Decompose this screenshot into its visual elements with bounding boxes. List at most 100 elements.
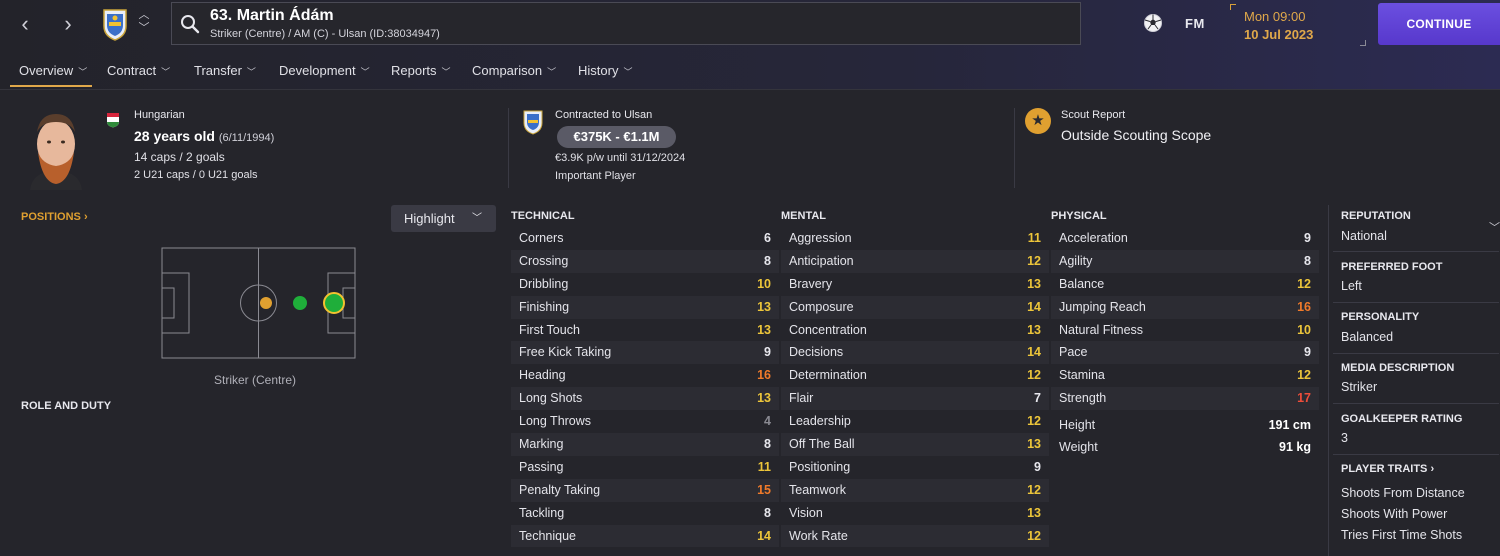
- club-crest-icon[interactable]: [522, 109, 544, 135]
- club-crest-icon[interactable]: [100, 6, 130, 42]
- attribute-row[interactable]: Determination 12: [781, 364, 1049, 387]
- player-trait[interactable]: Shoots With Power: [1341, 507, 1447, 521]
- tab-development[interactable]: Development ﹀: [279, 63, 370, 78]
- attribute-row[interactable]: Penalty Taking 15: [511, 478, 779, 502]
- fm-logo[interactable]: FM: [1185, 16, 1205, 31]
- player-age: 28 years old (6/11/1994): [134, 128, 274, 144]
- attribute-row[interactable]: Finishing 13: [511, 295, 779, 319]
- divider: [1014, 108, 1015, 188]
- transfer-value-badge[interactable]: €375K - €1.1M: [557, 126, 676, 148]
- position-marker-st-c-secondary[interactable]: [293, 296, 307, 310]
- tab-label: Transfer: [194, 63, 242, 78]
- continue-button[interactable]: CONTINUE: [1378, 3, 1500, 45]
- attribute-name: Stamina: [1059, 368, 1105, 383]
- tab-reports[interactable]: Reports ﹀: [391, 63, 451, 78]
- attribute-row[interactable]: Bravery 13: [781, 273, 1049, 296]
- attribute-row[interactable]: Marking 8: [511, 433, 779, 456]
- personality-value: Balanced: [1341, 330, 1394, 344]
- attribute-row[interactable]: Free Kick Taking 9: [511, 341, 779, 365]
- attribute-row[interactable]: Heading 16: [511, 364, 779, 387]
- scout-report-title[interactable]: Scout Report: [1061, 109, 1125, 121]
- attribute-name: Work Rate: [789, 528, 848, 543]
- positions-link[interactable]: POSITIONS ›: [21, 211, 88, 223]
- attribute-row[interactable]: Natural Fitness 10: [1051, 319, 1319, 342]
- contracted-club[interactable]: Contracted to Ulsan: [555, 109, 652, 121]
- attribute-row[interactable]: Positioning 9: [781, 456, 1049, 479]
- football-icon[interactable]: [1143, 13, 1163, 33]
- tab-contract[interactable]: Contract ﹀: [107, 63, 170, 78]
- goalkeeper-rating-heading: GOALKEEPER RATING: [1341, 413, 1463, 425]
- game-date[interactable]: Mon 09:00 10 Jul 2023: [1230, 4, 1366, 46]
- player-name-title: 63. Martin Ádám: [210, 7, 334, 24]
- attribute-row[interactable]: First Touch 13: [511, 319, 779, 342]
- tab-transfer[interactable]: Transfer ﹀: [194, 63, 256, 78]
- attribute-name: Penalty Taking: [519, 482, 601, 497]
- attribute-row[interactable]: Off The Ball 13: [781, 433, 1049, 456]
- player-trait[interactable]: Tries First Time Shots: [1341, 528, 1462, 542]
- attribute-row[interactable]: Aggression 11: [781, 227, 1049, 250]
- attribute-row[interactable]: Strength 17: [1051, 387, 1319, 411]
- active-tab-indicator: [10, 85, 92, 87]
- attribute-row[interactable]: Pace 9: [1051, 341, 1319, 365]
- tab-overview[interactable]: Overview ﹀: [19, 63, 87, 78]
- attribute-row[interactable]: Vision 13: [781, 502, 1049, 525]
- attribute-value: 12: [1027, 528, 1041, 543]
- attribute-row[interactable]: Dribbling 10: [511, 273, 779, 296]
- attribute-row[interactable]: Passing 11: [511, 456, 779, 479]
- position-marker-am-c[interactable]: [260, 297, 272, 309]
- attribute-row[interactable]: Balance 12: [1051, 273, 1319, 296]
- highlight-dropdown[interactable]: Highlight ﹀: [391, 205, 496, 232]
- back-button[interactable]: ‹: [10, 10, 40, 38]
- chevron-down-icon[interactable]: ﹀: [1489, 219, 1500, 235]
- scout-report-value: Outside Scouting Scope: [1061, 127, 1212, 143]
- attribute-row[interactable]: Anticipation 12: [781, 249, 1049, 273]
- attribute-row[interactable]: Teamwork 12: [781, 478, 1049, 502]
- chevron-down-icon: ﹀: [161, 67, 171, 77]
- attribute-row[interactable]: Long Throws 4: [511, 410, 779, 433]
- attribute-row[interactable]: Decisions 14: [781, 341, 1049, 365]
- attribute-row[interactable]: Stamina 12: [1051, 364, 1319, 387]
- attribute-value: 8: [764, 253, 771, 268]
- attribute-value: 8: [1304, 253, 1311, 268]
- attribute-row[interactable]: Long Shots 13: [511, 387, 779, 411]
- attribute-row[interactable]: Crossing 8: [511, 249, 779, 273]
- tab-comparison[interactable]: Comparison ﹀: [472, 63, 556, 78]
- divider: [1333, 302, 1499, 303]
- player-search-box[interactable]: 63. Martin Ádám Striker (Centre) / AM (C…: [171, 2, 1081, 45]
- attribute-row[interactable]: Jumping Reach 16: [1051, 295, 1319, 319]
- chevron-up-icon[interactable]: ︿: [138, 9, 150, 22]
- attribute-value: 12: [1297, 276, 1311, 291]
- date-corner-decoration: [1230, 4, 1236, 10]
- attribute-row[interactable]: Concentration 13: [781, 319, 1049, 342]
- attribute-row[interactable]: Tackling 8: [511, 502, 779, 525]
- attribute-value: 16: [1297, 299, 1311, 314]
- goalkeeper-rating-value: 3: [1341, 431, 1348, 445]
- tab-history[interactable]: History ﹀: [578, 63, 632, 78]
- attribute-row[interactable]: Composure 14: [781, 295, 1049, 319]
- player-profile-panel: REPUTATION ﹀ National PREFERRED FOOT Lef…: [1328, 205, 1500, 556]
- attribute-value: 13: [1027, 276, 1041, 291]
- attribute-name: Finishing: [519, 299, 570, 314]
- date-calendar: 10 Jul 2023: [1244, 27, 1314, 42]
- attribute-name: Leadership: [789, 414, 851, 429]
- prev-next-player-control[interactable]: ︿ ﹀: [138, 9, 150, 35]
- attribute-row[interactable]: Work Rate 12: [781, 524, 1049, 548]
- attribute-row[interactable]: Leadership 12: [781, 410, 1049, 433]
- highlight-label: Highlight: [404, 211, 455, 226]
- attribute-row[interactable]: Flair 7: [781, 387, 1049, 411]
- date-of-birth: (6/11/1994): [218, 132, 275, 144]
- player-trait[interactable]: Shoots From Distance: [1341, 486, 1465, 500]
- attribute-value: 8: [764, 437, 771, 452]
- search-icon[interactable]: [180, 14, 200, 34]
- position-marker-st-c-natural[interactable]: [323, 292, 345, 314]
- forward-button[interactable]: ›: [53, 10, 83, 38]
- chevron-down-icon[interactable]: ﹀: [138, 22, 150, 35]
- player-traits-link[interactable]: PLAYER TRAITS ›: [1341, 463, 1434, 475]
- attribute-name: Agility: [1059, 253, 1093, 268]
- player-portrait[interactable]: [24, 108, 88, 190]
- attribute-row[interactable]: Technique 14: [511, 524, 779, 548]
- attribute-row[interactable]: Corners 6: [511, 227, 779, 250]
- attribute-row[interactable]: Acceleration 9: [1051, 227, 1319, 250]
- attribute-name: First Touch: [519, 322, 580, 337]
- attribute-row[interactable]: Agility 8: [1051, 249, 1319, 273]
